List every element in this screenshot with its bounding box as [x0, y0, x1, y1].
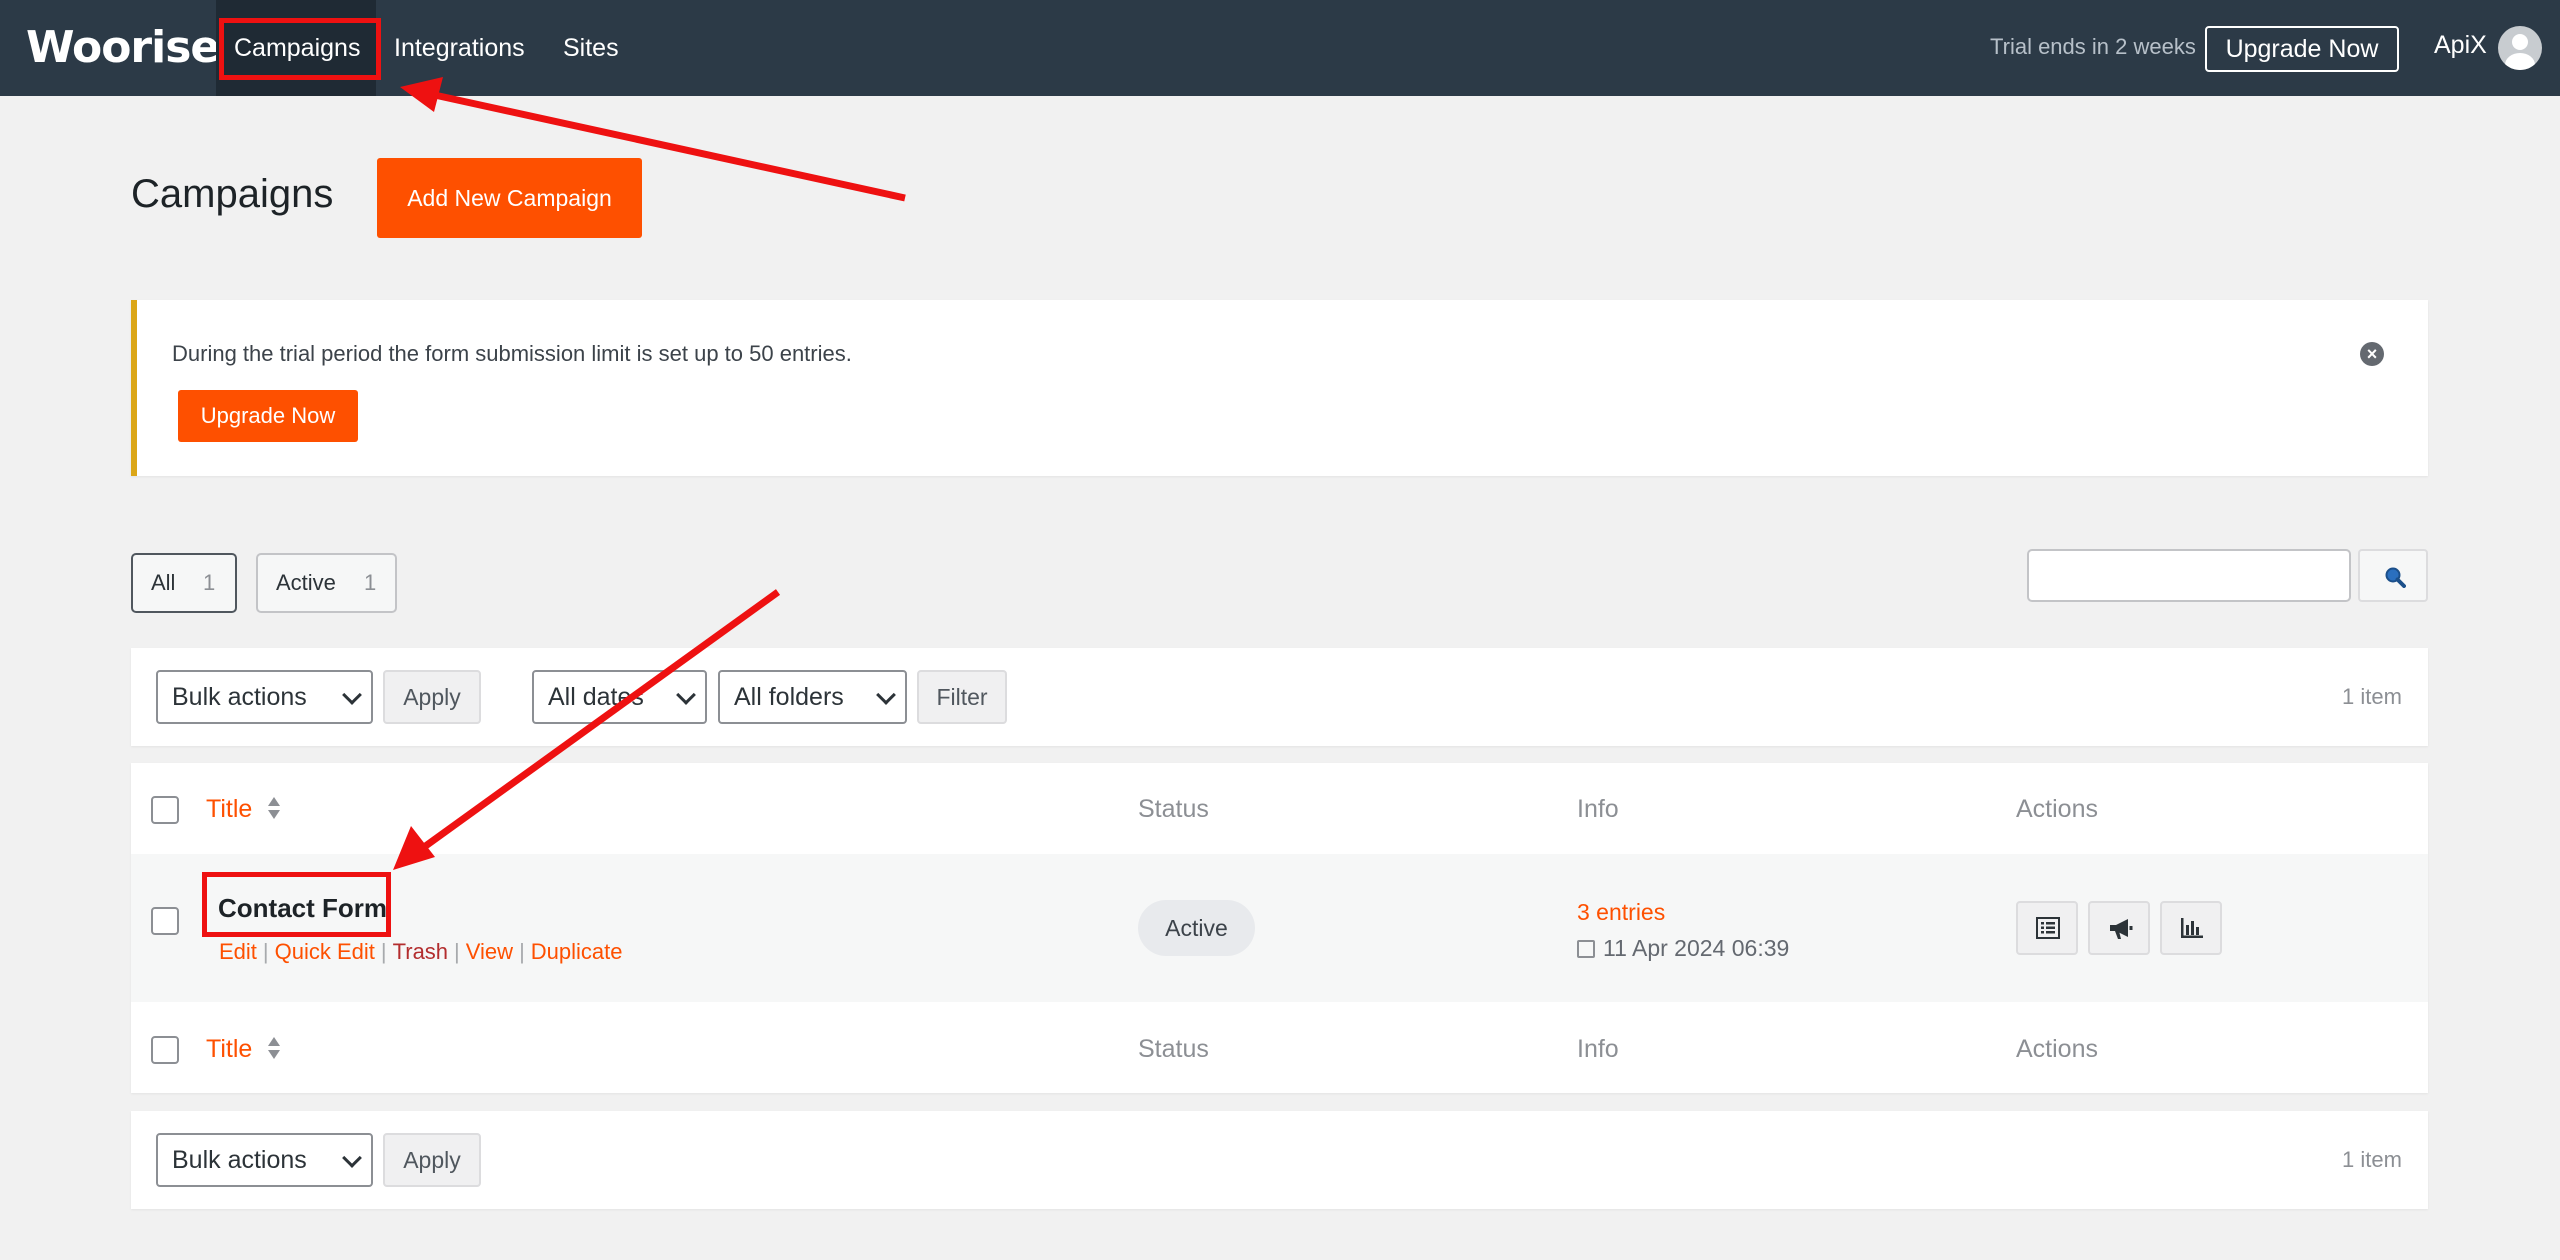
annotation-arrow: [393, 589, 781, 870]
annotation-arrows: [393, 77, 906, 870]
annotation-arrow: [400, 77, 906, 202]
